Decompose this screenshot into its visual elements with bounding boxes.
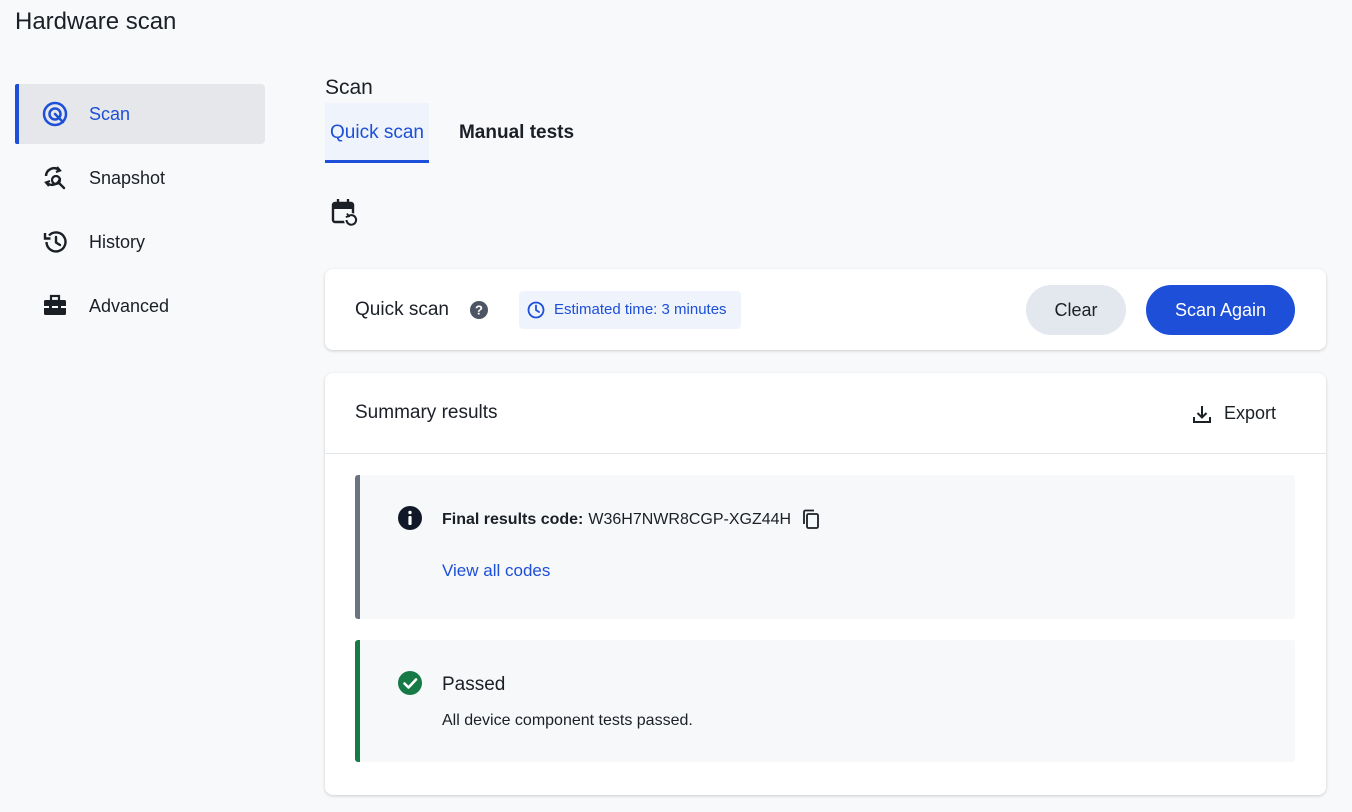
status-description: All device component tests passed. (442, 712, 693, 729)
final-results-code: Final results code: W36H7NWR8CGP-XGZ44H (442, 509, 821, 531)
sidebar-item-history[interactable]: History (15, 212, 265, 272)
summary-results-card: Summary results Export Final results cod… (325, 373, 1326, 795)
estimated-time-badge: Estimated time: 3 minutes (518, 290, 741, 329)
status-title: Passed (442, 674, 506, 695)
page-title: Scan (325, 76, 373, 99)
calendar-clock-icon (331, 199, 358, 227)
summary-header: Summary results Export (325, 373, 1326, 454)
toolbox-icon (41, 292, 69, 320)
final-code-label: Final results code: (442, 511, 584, 528)
final-results-code-box: Final results code: W36H7NWR8CGP-XGZ44H … (355, 475, 1295, 619)
sidebar-item-label: Scan (89, 103, 131, 124)
sidebar-item-label: Snapshot (89, 167, 166, 188)
app-title: Hardware scan (15, 8, 177, 35)
sidebar-item-label: Advanced (89, 295, 170, 316)
sidebar-item-label: History (89, 231, 146, 252)
final-code-value: W36H7NWR8CGP-XGZ44H (588, 511, 792, 528)
check-circle-icon (397, 670, 423, 701)
sidebar-item-scan[interactable]: Scan (15, 84, 265, 144)
export-button[interactable]: Export (1192, 403, 1276, 424)
tab-bar: Quick scan Manual tests (325, 103, 1326, 163)
tab-quick-scan[interactable]: Quick scan (325, 103, 429, 163)
clear-button[interactable]: Clear (1026, 285, 1126, 335)
summary-title: Summary results (355, 402, 498, 423)
radar-icon (41, 100, 69, 128)
history-icon (41, 228, 69, 256)
clock-icon (527, 301, 545, 318)
quick-scan-title: Quick scan (355, 298, 449, 320)
scan-again-button[interactable]: Scan Again (1146, 285, 1295, 335)
download-icon (1192, 405, 1211, 423)
tab-manual-tests[interactable]: Manual tests (454, 103, 579, 163)
help-icon[interactable]: ? (469, 300, 489, 320)
passed-status-box: Passed All device component tests passed… (355, 640, 1295, 762)
view-all-codes-link[interactable]: View all codes (442, 561, 550, 581)
quick-scan-card: Quick scan ? Estimated time: 3 minutes C… (325, 269, 1326, 350)
sidebar-item-advanced[interactable]: Advanced (15, 276, 265, 336)
svg-text:?: ? (475, 302, 483, 317)
info-icon (397, 505, 423, 536)
main-content: Scan Quick scan Manual tests Quick scan … (325, 76, 1326, 795)
snapshot-search-icon (41, 164, 69, 192)
sidebar-nav: Scan Snapshot History Advanced (15, 84, 265, 340)
copy-icon[interactable] (801, 509, 821, 531)
estimated-time-text: Estimated time: 3 minutes (553, 301, 727, 318)
schedule-scan-button[interactable] (330, 197, 360, 229)
sidebar-item-snapshot[interactable]: Snapshot (15, 148, 265, 208)
export-label: Export (1223, 403, 1276, 423)
